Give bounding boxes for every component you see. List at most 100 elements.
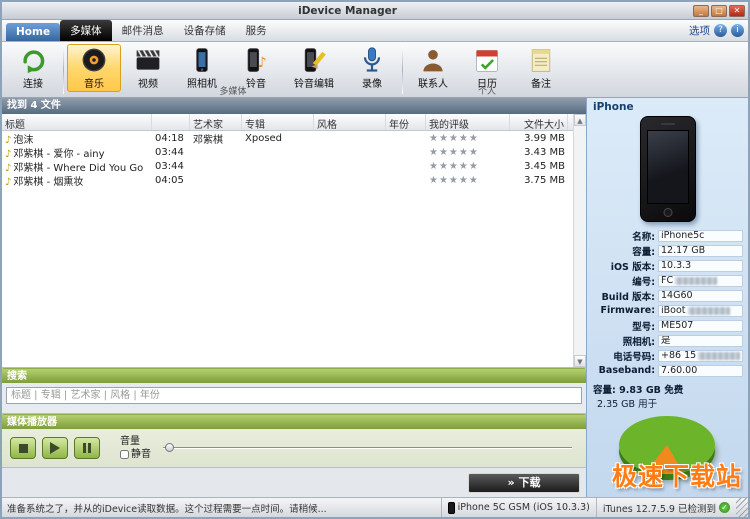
- song-duration: 03:44: [152, 147, 190, 158]
- pause-icon: [83, 443, 91, 453]
- svg-text:♪: ♪: [258, 55, 267, 71]
- microphone-icon: [358, 46, 386, 74]
- search-input[interactable]: [6, 387, 582, 404]
- close-button[interactable]: ✕: [729, 5, 745, 17]
- stop-button[interactable]: [10, 437, 36, 459]
- status-device: iPhone 5C GSM (iOS 10.3.3): [441, 498, 596, 517]
- rating-stars[interactable]: ★★★★★: [429, 161, 479, 172]
- play-button[interactable]: [42, 437, 68, 459]
- info-label: 容量:: [592, 244, 658, 258]
- column-artist[interactable]: 艺术家: [190, 114, 242, 130]
- device-info-row: 名称: iPhone5c: [592, 228, 743, 243]
- tab-home[interactable]: Home: [6, 23, 60, 41]
- song-title: 邓紫棋 - 烟熏妆: [13, 177, 83, 188]
- slider-handle[interactable]: [165, 443, 174, 452]
- menu-tabbar: Home 多媒体 邮件消息 设备存储 服务 选项 ? i: [2, 20, 748, 42]
- options-link[interactable]: 选项: [689, 23, 710, 38]
- device-info-row: Firmware: iBoot: [592, 303, 743, 318]
- contacts-icon: [419, 46, 447, 74]
- iphone-image: [640, 116, 696, 222]
- search-header: 搜索: [2, 368, 586, 383]
- connect-icon: [19, 46, 47, 74]
- rating-stars[interactable]: ★★★★★: [429, 147, 479, 158]
- file-table: 标题 艺术家 专辑 风格 年份 我的评级 文件大小 ♪泡沫 04:18 邓紫棋 …: [2, 114, 586, 368]
- table-scrollbar[interactable]: ▲ ▼: [573, 114, 586, 367]
- ringtone-icon: ♪: [242, 46, 270, 74]
- capacity-free-text: 容量: 9.83 GB 免费: [593, 382, 742, 396]
- phone-home-button: [663, 208, 672, 217]
- storage-pie-chart: [619, 416, 715, 474]
- song-artist: 邓紫棋: [190, 131, 242, 146]
- table-row[interactable]: ♪泡沫 04:18 邓紫棋 Xposed ★★★★★ 3.99 MB: [2, 131, 573, 145]
- rating-stars[interactable]: ★★★★★: [429, 175, 479, 186]
- song-album: Xposed: [242, 133, 314, 144]
- volume-label: 音量: [120, 435, 151, 448]
- device-info-row: Build 版本: 14G60: [592, 288, 743, 303]
- stop-icon: [19, 444, 28, 453]
- resize-grip[interactable]: [736, 498, 748, 517]
- info-label: iOS 版本:: [592, 259, 658, 273]
- tab-services[interactable]: 服务: [236, 20, 277, 41]
- notes-icon: [527, 46, 555, 74]
- tab-multimedia[interactable]: 多媒体: [60, 20, 112, 41]
- ribbon-toolbar: 连接 音乐 视频 照相机 ♪ 铃音 铃音编辑: [2, 42, 748, 98]
- ribbon-caption-personal: 个人: [404, 84, 570, 97]
- table-row[interactable]: ♪邓紫棋 - Where Did You Go 03:44 ★★★★★ 3.45…: [2, 159, 573, 173]
- window-title: iDevice Manager: [2, 5, 693, 17]
- column-year[interactable]: 年份: [386, 114, 426, 130]
- column-duration[interactable]: [152, 114, 190, 130]
- song-duration: 03:44: [152, 161, 190, 172]
- scroll-up-icon[interactable]: ▲: [574, 114, 586, 126]
- info-value: 12.17 GB: [658, 245, 743, 257]
- pause-button[interactable]: [74, 437, 100, 459]
- info-value: iPhone5c: [658, 230, 743, 242]
- statusbar: 准备系统之了，并从的iDevice读取数据。这个过程需要一点时间。请稍候... …: [2, 497, 748, 517]
- info-icon[interactable]: i: [731, 24, 744, 37]
- scroll-down-icon[interactable]: ▼: [574, 355, 586, 367]
- column-rating[interactable]: 我的评级: [426, 114, 510, 130]
- maximize-button[interactable]: □: [711, 5, 727, 17]
- info-label: Baseband:: [592, 365, 658, 376]
- ribbon-divider: [402, 46, 403, 94]
- column-size[interactable]: 文件大小: [510, 114, 568, 130]
- table-row[interactable]: ♪邓紫棋 - 爱你 - ainy 03:44 ★★★★★ 3.43 MB: [2, 145, 573, 159]
- film-clapper-icon: [134, 46, 162, 74]
- connect-button[interactable]: 连接: [6, 44, 60, 92]
- table-row[interactable]: ♪邓紫棋 - 烟熏妆 04:05 ★★★★★ 3.75 MB: [2, 173, 573, 187]
- help-icon[interactable]: ?: [714, 24, 727, 37]
- info-value: 是: [658, 335, 743, 347]
- rating-stars[interactable]: ★★★★★: [429, 133, 479, 144]
- status-message: 准备系统之了，并从的iDevice读取数据。这个过程需要一点时间。请稍候...: [2, 501, 441, 515]
- info-label: Build 版本:: [592, 289, 658, 303]
- info-label: 电话号码:: [592, 349, 658, 363]
- play-icon: [50, 442, 60, 454]
- download-button[interactable]: » 下载: [468, 473, 580, 493]
- ribbon-group-connect: 连接: [4, 43, 62, 97]
- phone-speaker: [661, 123, 675, 125]
- device-panel-title: iPhone: [587, 98, 748, 114]
- info-label: 型号:: [592, 319, 658, 333]
- music-note-icon: ♪: [5, 177, 11, 188]
- mute-checkbox[interactable]: [120, 450, 129, 459]
- tab-device-storage[interactable]: 设备存储: [174, 20, 236, 41]
- mute-label: 静音: [131, 448, 151, 461]
- info-value: +86 15: [658, 350, 743, 362]
- ribbon-group-personal: 联系人 日历 备注 个人: [404, 43, 570, 97]
- minimize-button[interactable]: _: [693, 5, 709, 17]
- song-duration: 04:18: [152, 133, 190, 144]
- column-album[interactable]: 专辑: [242, 114, 314, 130]
- info-value: 14G60: [658, 290, 743, 302]
- found-files-bar: 找到 4 文件: [2, 98, 586, 114]
- column-title[interactable]: 标题: [2, 114, 152, 130]
- tab-mail-messages[interactable]: 邮件消息: [112, 20, 174, 41]
- info-value: iBoot: [658, 305, 743, 317]
- info-value: 7.60.00: [658, 365, 743, 377]
- redacted-block: [698, 352, 740, 360]
- device-panel: iPhone 名称: iPhone5c 容量: 12.17 GB: [586, 98, 748, 497]
- column-genre[interactable]: 风格: [314, 114, 386, 130]
- phone-icon: [448, 502, 455, 514]
- info-label: Firmware:: [592, 305, 658, 316]
- device-info-row: 电话号码: +86 15: [592, 348, 743, 363]
- info-value: ME507: [658, 320, 743, 332]
- volume-slider[interactable]: [163, 441, 572, 455]
